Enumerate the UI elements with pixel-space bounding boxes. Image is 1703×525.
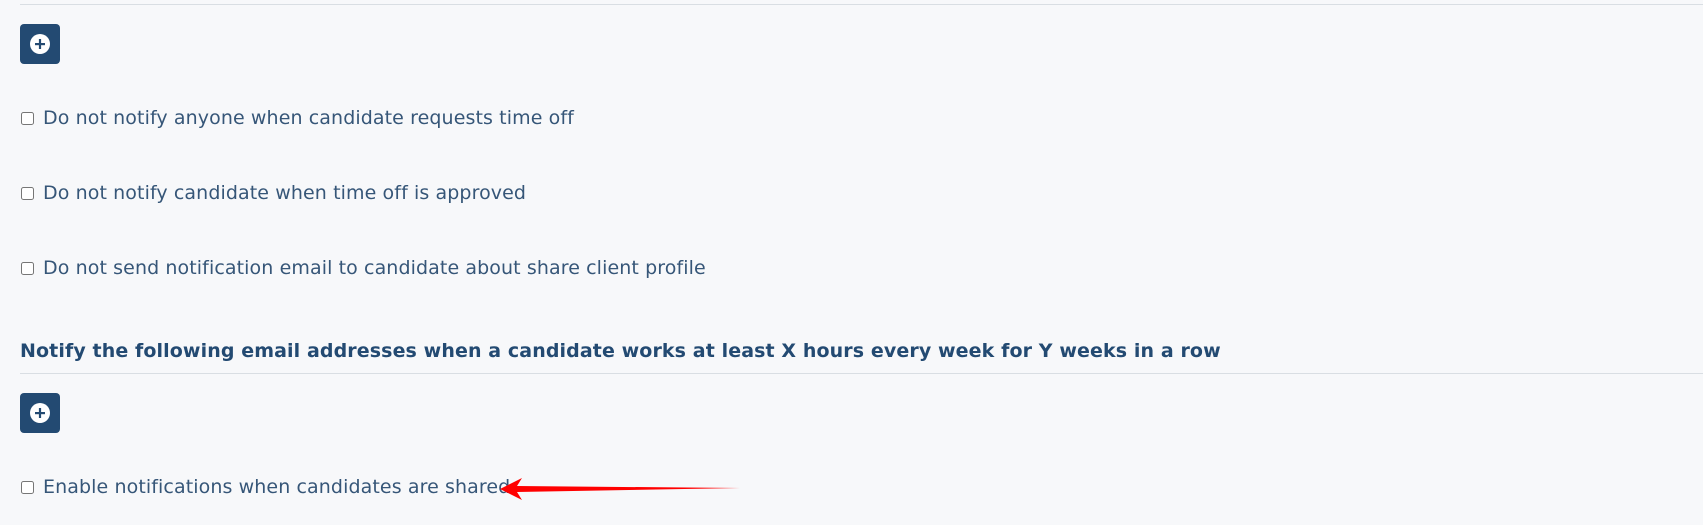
- plus-circle-icon: [30, 403, 50, 423]
- option-row: Do not notify anyone when candidate requ…: [20, 107, 574, 129]
- no-notify-time-off-request-checkbox[interactable]: [21, 111, 34, 125]
- option-row: Do not send notification email to candid…: [20, 257, 706, 279]
- option-label: Do not notify candidate when time off is…: [43, 182, 527, 204]
- no-share-profile-email-checkbox[interactable]: [21, 261, 34, 275]
- option-row: Enable notifications when candidates are…: [20, 476, 510, 498]
- plus-circle-icon: [30, 34, 50, 54]
- option-label: Do not send notification email to candid…: [43, 257, 706, 279]
- option-label: Enable notifications when candidates are…: [43, 476, 511, 498]
- add-email-button[interactable]: [20, 24, 60, 64]
- add-email-button[interactable]: [20, 393, 60, 433]
- enable-shared-notifications-checkbox[interactable]: [21, 480, 34, 494]
- top-divider: [20, 4, 1703, 5]
- option-row: Do not notify candidate when time off is…: [20, 182, 526, 204]
- section-divider: [20, 373, 1703, 374]
- section-heading: Notify the following email addresses whe…: [20, 340, 1221, 362]
- no-notify-time-off-approved-checkbox[interactable]: [21, 186, 34, 200]
- option-label: Do not notify anyone when candidate requ…: [43, 107, 574, 129]
- red-arrow-icon: [500, 478, 740, 500]
